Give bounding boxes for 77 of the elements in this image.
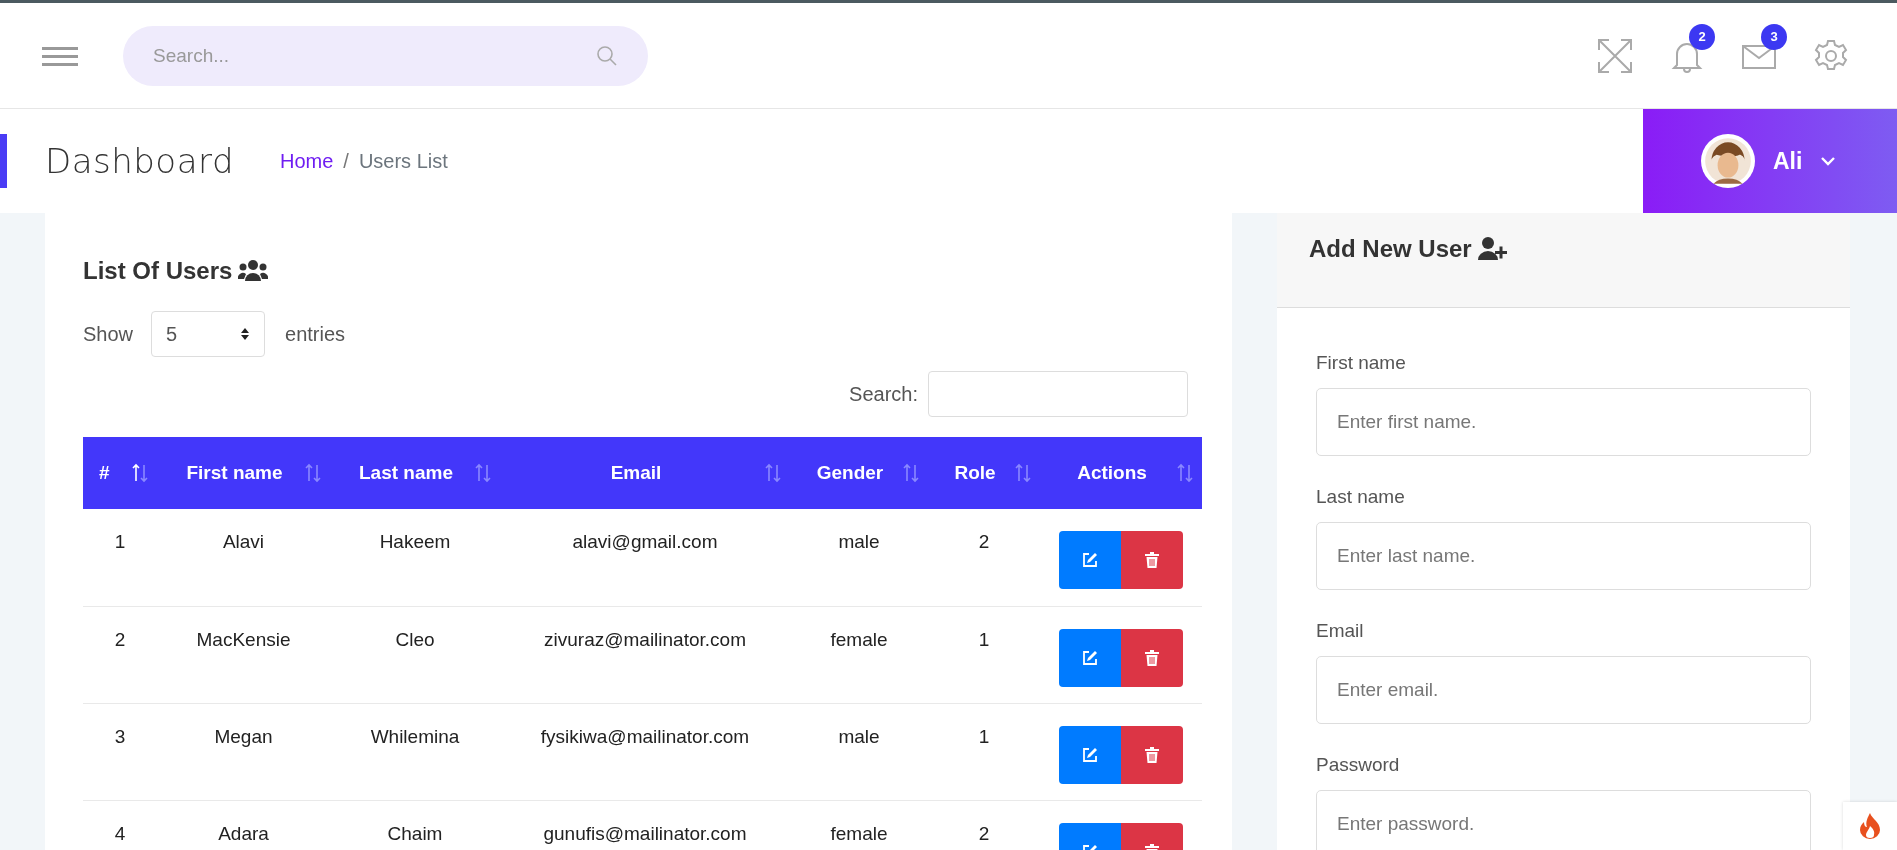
table-cell: Adara (218, 822, 269, 844)
delete-button[interactable] (1121, 725, 1183, 784)
accent-bar (0, 134, 7, 188)
edit-icon (1082, 746, 1098, 763)
fullscreen-icon[interactable] (1597, 37, 1633, 74)
table-cell: 1 (978, 628, 990, 650)
column-header[interactable]: Email (508, 462, 764, 484)
edit-button[interactable] (1059, 725, 1121, 784)
table-cell: male (838, 531, 880, 552)
notification-badge: 2 (1689, 23, 1715, 50)
sort-icon[interactable] (131, 463, 149, 483)
card-title: Add New User (1309, 235, 1472, 263)
delete-button[interactable] (1121, 531, 1183, 589)
table-cell: gunufis@mailinator.com (543, 822, 747, 844)
column-header[interactable]: First name (165, 462, 304, 484)
flame-icon (1859, 813, 1881, 839)
entries-label: entries (285, 322, 346, 346)
search-label: Search: (849, 382, 918, 406)
edit-button[interactable] (1059, 628, 1121, 687)
table-cell: Alavi (222, 531, 265, 552)
input-field[interactable]: Enter first name. (1316, 388, 1811, 456)
table-cell: Chaim (387, 822, 443, 844)
table-cell: Whilemina (370, 725, 460, 747)
chevron-down-icon (1820, 156, 1837, 166)
column-header[interactable]: Last name (338, 462, 474, 484)
input-field[interactable]: Enter password. (1316, 790, 1811, 850)
user-plus-icon (1477, 237, 1508, 261)
table-search-field[interactable] (928, 371, 1188, 417)
card-title: List Of Users (83, 257, 233, 285)
field-label: Last name (1316, 486, 1406, 508)
page-size-select[interactable]: 5 (151, 311, 266, 357)
show-label: Show (83, 322, 134, 346)
avatar-icon (1701, 134, 1755, 188)
page-title: Dashboard (45, 141, 234, 181)
field-label: First name (1316, 352, 1407, 374)
breadcrumb-current-page: Users List (358, 149, 448, 173)
edit-icon (1082, 552, 1098, 568)
table-cell: alavi@gmail.com (572, 531, 718, 552)
sort-caret-icon (240, 327, 251, 341)
trash-icon (1145, 552, 1159, 568)
input-field[interactable]: Enter last name. (1316, 522, 1811, 590)
column-header[interactable]: Role (936, 462, 1014, 484)
user-menu[interactable]: Ali (1643, 109, 1897, 213)
trash-icon (1145, 649, 1159, 666)
edit-button[interactable] (1059, 531, 1121, 589)
table-cell: 2 (114, 628, 126, 650)
table-cell: 1 (114, 531, 126, 552)
table-cell: female (830, 628, 888, 650)
column-header[interactable]: Actions (1048, 462, 1176, 484)
table-cell: male (838, 725, 880, 747)
input-field[interactable]: Enter email. (1316, 656, 1811, 724)
table-cell: 4 (114, 822, 126, 844)
breadcrumb-link[interactable]: Home (279, 149, 334, 173)
field-label: Email (1316, 620, 1365, 642)
message-badge: 3 (1761, 23, 1787, 50)
edit-icon (1082, 649, 1098, 666)
table-cell: zivuraz@mailinator.com (544, 628, 746, 650)
table-cell: 1 (978, 725, 990, 747)
table-cell: Megan (214, 725, 273, 747)
search-field[interactable]: Search... (123, 25, 648, 86)
table-cell: 2 (978, 531, 990, 552)
table-cell: Hakeem (379, 531, 451, 552)
column-header[interactable]: # (91, 462, 131, 484)
search-icon (596, 44, 618, 67)
table-cell: Cleo (395, 628, 435, 650)
floating-button[interactable] (1843, 802, 1897, 850)
table-cell: 2 (978, 822, 990, 844)
breadcrumb-separator: / (343, 149, 349, 173)
delete-button[interactable] (1121, 628, 1183, 687)
table-cell: female (830, 822, 888, 844)
field-label: Password (1316, 754, 1401, 776)
users-icon (238, 259, 269, 283)
table-cell: MacKensie (196, 628, 291, 650)
table-cell: fysikiwa@mailinator.com (540, 725, 750, 747)
table-cell: 3 (114, 725, 126, 747)
column-header[interactable]: Gender (798, 462, 902, 484)
trash-icon (1145, 746, 1159, 763)
